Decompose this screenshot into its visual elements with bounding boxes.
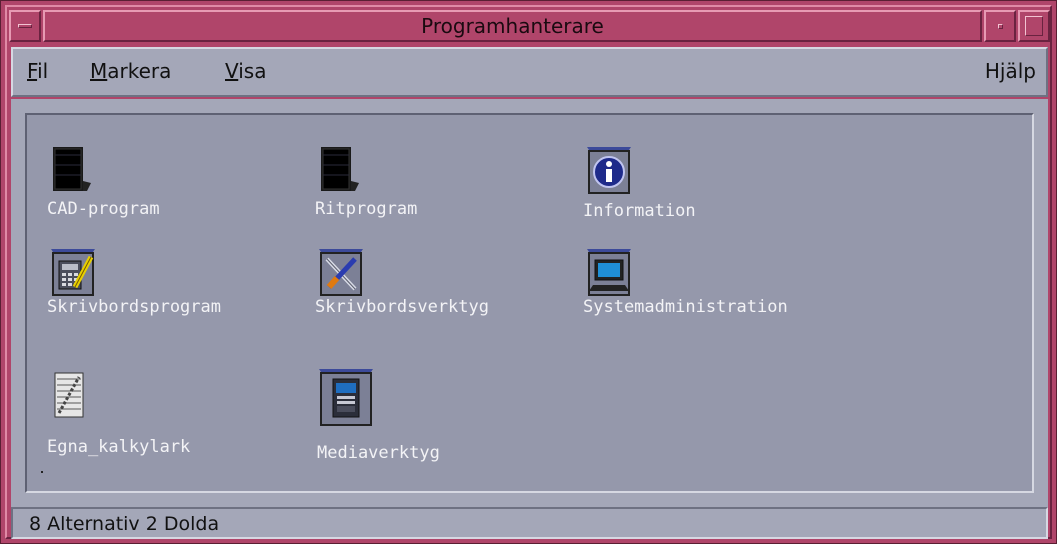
menu-fil-label: il <box>37 59 49 83</box>
focus-dot <box>41 471 43 473</box>
icon-label: Egna_kalkylark <box>47 437 191 457</box>
minimize-button[interactable] <box>984 10 1016 42</box>
spreadsheet-file-icon <box>54 372 84 418</box>
window-title: Programhanterare <box>43 10 982 42</box>
icon-label: Mediaverktyg <box>317 443 440 463</box>
info-folder-icon <box>587 147 631 194</box>
icon-label: Systemadministration <box>583 297 788 317</box>
status-bar: 8 Alternativ 2 Dolda <box>11 507 1048 539</box>
desktop-apps-folder-icon <box>51 249 95 296</box>
menu-visa-label: isa <box>238 59 267 83</box>
icon-view: CAD-program Ritprogram Information Skriv… <box>25 113 1034 493</box>
menu-markera-label: arkera <box>107 59 172 83</box>
window-menu-icon <box>18 24 32 28</box>
icon-label: CAD-program <box>47 199 160 219</box>
menu-bar: Fil Markera Visa Hjälp <box>11 47 1048 97</box>
window-menu-button[interactable] <box>9 10 41 42</box>
menu-help[interactable]: Hjälp <box>985 59 1036 83</box>
menu-visa-mnemonic: V <box>225 59 239 83</box>
menu-fil-mnemonic: F <box>27 59 38 83</box>
menu-fil[interactable]: Fil <box>27 59 48 83</box>
content-panel: CAD-program Ritprogram Information Skriv… <box>11 99 1048 507</box>
title-bar[interactable]: Programhanterare <box>9 9 1050 43</box>
app-window: Programhanterare Fil Markera Visa Hjälp <box>0 0 1057 544</box>
maximize-button[interactable] <box>1018 10 1050 42</box>
menu-markera[interactable]: Markera <box>90 59 171 83</box>
icon-label: Skrivbordsverktyg <box>315 297 489 317</box>
menu-visa[interactable]: Visa <box>225 59 266 83</box>
status-text: 8 Alternativ 2 Dolda <box>29 513 220 535</box>
minimize-icon <box>998 24 1003 29</box>
closed-folder-icon <box>53 147 91 191</box>
desktop-tools-folder-icon <box>319 249 363 296</box>
menu-markera-mnemonic: M <box>90 59 108 83</box>
media-tools-folder-icon <box>319 369 373 426</box>
closed-folder-icon <box>321 147 359 191</box>
icon-label: Skrivbordsprogram <box>47 297 221 317</box>
system-admin-folder-icon <box>587 249 631 296</box>
icon-label: Information <box>583 201 696 221</box>
maximize-icon <box>1025 16 1043 36</box>
icon-label: Ritprogram <box>315 199 418 219</box>
